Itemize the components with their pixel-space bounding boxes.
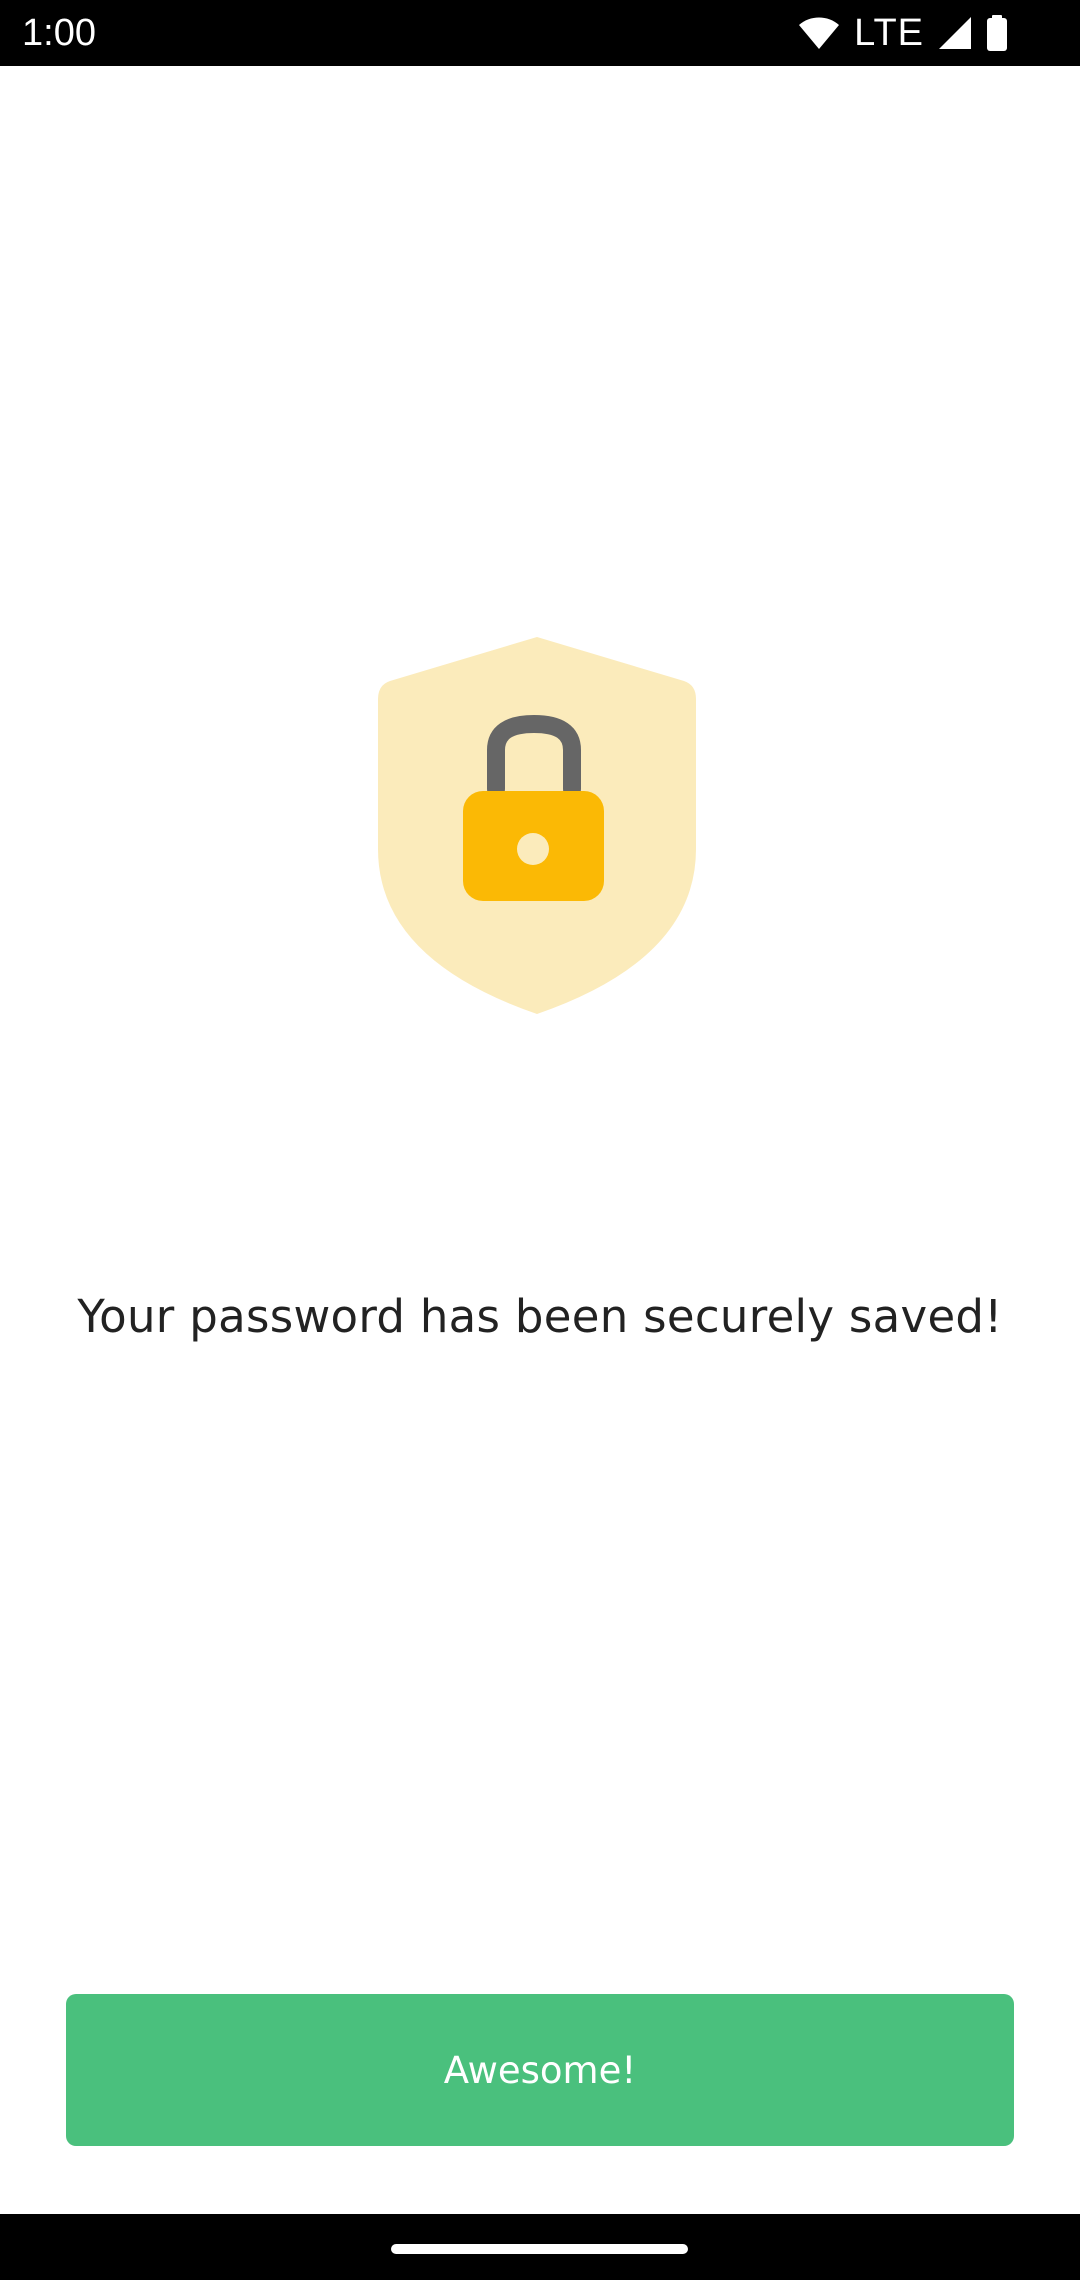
shield-lock-icon — [378, 637, 696, 1014]
keyhole — [517, 833, 549, 865]
cell-signal-icon — [939, 17, 971, 49]
battery-icon — [987, 15, 1007, 51]
status-bar: 1:00 LTE — [0, 0, 1080, 66]
home-indicator[interactable] — [391, 2244, 688, 2254]
wifi-icon — [799, 17, 840, 49]
password-saved-screen: 1:00 LTE Your password has been securely… — [0, 0, 1080, 2280]
network-type-label: LTE — [854, 12, 924, 54]
status-time: 1:00 — [22, 12, 96, 54]
awesome-button[interactable]: Awesome! — [66, 1994, 1014, 2146]
confirmation-message: Your password has been securely saved! — [77, 1290, 1003, 1343]
navigation-bar — [0, 2214, 1080, 2280]
status-icons: LTE — [798, 0, 1008, 66]
